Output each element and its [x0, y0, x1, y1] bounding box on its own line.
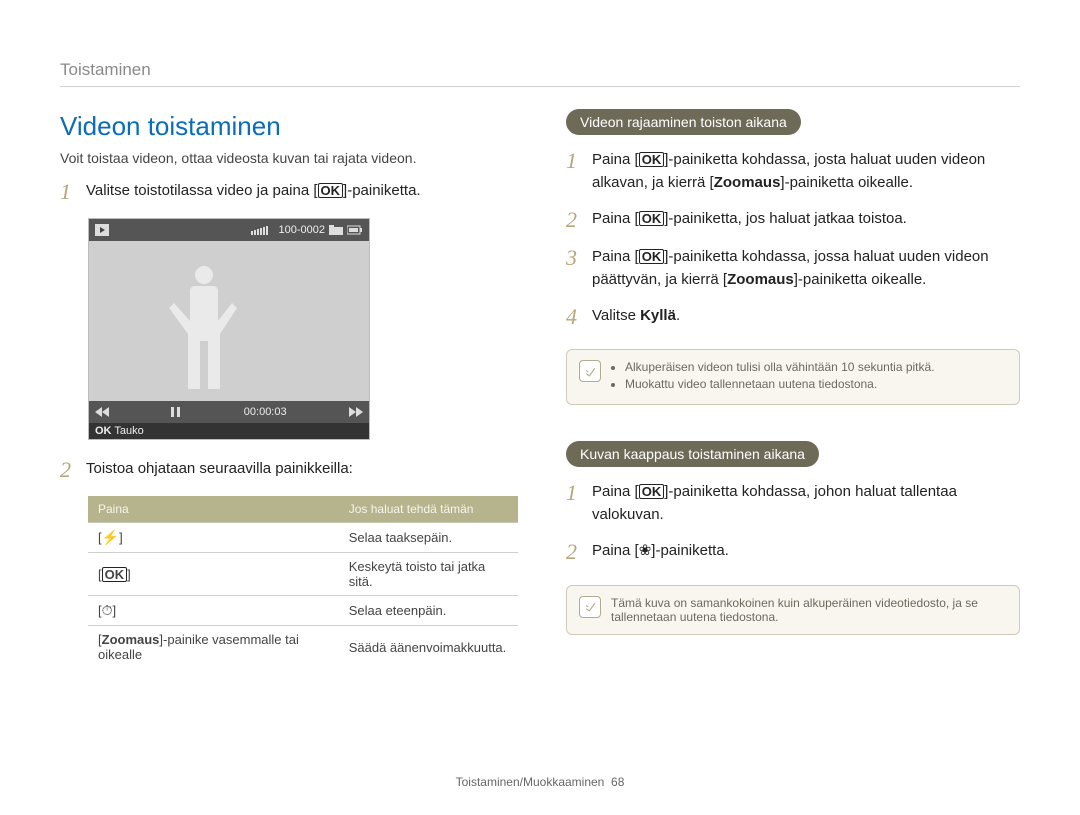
step-text: Paina [OK]-painiketta kohdassa, jossa ha… — [592, 246, 1020, 291]
step-number: 2 — [566, 208, 582, 232]
step-text: Toistoa ohjataan seuraavilla painikkeill… — [86, 458, 518, 481]
section-header: Toistaminen — [60, 60, 1020, 87]
ok-icon: OK — [639, 249, 665, 264]
flash-icon: ⚡ — [102, 529, 119, 545]
table-row: [OK] Keskeytä toisto tai jatka sitä. — [88, 553, 518, 596]
step-number: 2 — [566, 540, 582, 564]
pause-label: Tauko — [114, 425, 143, 437]
page-footer: Toistaminen/Muokkaaminen 68 — [0, 775, 1080, 789]
rewind-icon — [95, 407, 109, 417]
volume-bars-icon — [251, 225, 275, 235]
note-icon — [579, 360, 601, 382]
ok-icon: OK — [102, 567, 128, 582]
table-header: Jos haluat tehdä tämän — [339, 496, 518, 523]
step-text: Paina [OK]-painiketta kohdassa, johon ha… — [592, 481, 1020, 526]
folder-icon — [329, 225, 343, 235]
note-box: Alkuperäisen videon tulisi olla vähintää… — [566, 349, 1020, 405]
note-item: Muokattu video tallennetaan uutena tiedo… — [625, 377, 935, 391]
step-number: 1 — [566, 149, 582, 173]
file-counter: 100-0002 — [279, 224, 326, 236]
battery-icon — [347, 225, 363, 235]
play-indicator-icon — [95, 224, 109, 236]
ok-icon: OK — [639, 152, 665, 167]
controls-table: Paina Jos haluat tehdä tämän [⚡] Selaa t… — [88, 496, 518, 668]
ok-icon: OK — [639, 211, 665, 226]
note-text: Tämä kuva on samankokoinen kuin alkuperä… — [611, 596, 1007, 624]
step-text: Valitse toistotilassa video ja paina [OK… — [86, 180, 518, 203]
intro-text: Voit toistaa videon, ottaa videosta kuva… — [60, 150, 518, 166]
table-header: Paina — [88, 496, 339, 523]
subsection-pill: Kuvan kaappaus toistaminen aikana — [566, 441, 819, 467]
step-text: Paina [OK]-painiketta, jos haluat jatkaa… — [592, 208, 1020, 231]
ok-icon: OK — [639, 484, 665, 499]
elapsed-time: 00:00:03 — [244, 406, 287, 418]
pause-icon — [171, 407, 181, 417]
ok-label: OK — [95, 425, 112, 437]
step-number: 1 — [60, 180, 76, 204]
silhouette-graphic — [159, 261, 249, 391]
note-icon — [579, 596, 601, 618]
step-number: 1 — [566, 481, 582, 505]
step-text: Paina [❀]-painiketta. — [592, 540, 1020, 563]
subsection-pill: Videon rajaaminen toiston aikana — [566, 109, 801, 135]
table-row: [⏱] Selaa eteenpäin. — [88, 596, 518, 626]
step-number: 3 — [566, 246, 582, 270]
flower-icon: ❀ — [639, 540, 652, 563]
step-number: 2 — [60, 458, 76, 482]
note-item: Alkuperäisen videon tulisi olla vähintää… — [625, 360, 935, 374]
step-text: Paina [OK]-painiketta kohdassa, josta ha… — [592, 149, 1020, 194]
note-box: Tämä kuva on samankokoinen kuin alkuperä… — [566, 585, 1020, 635]
table-row: [Zoomaus]-painike vasemmalle tai oikeall… — [88, 626, 518, 669]
timer-icon: ⏱ — [102, 602, 113, 618]
video-playback-screenshot: 100-0002 00:00:03 OK — [88, 218, 370, 440]
ok-icon: OK — [318, 183, 344, 198]
table-row: [⚡] Selaa taaksepäin. — [88, 523, 518, 553]
step-text: Valitse Kyllä. — [592, 305, 1020, 328]
forward-icon — [349, 407, 363, 417]
page-title: Videon toistaminen — [60, 111, 518, 142]
step-number: 4 — [566, 305, 582, 329]
